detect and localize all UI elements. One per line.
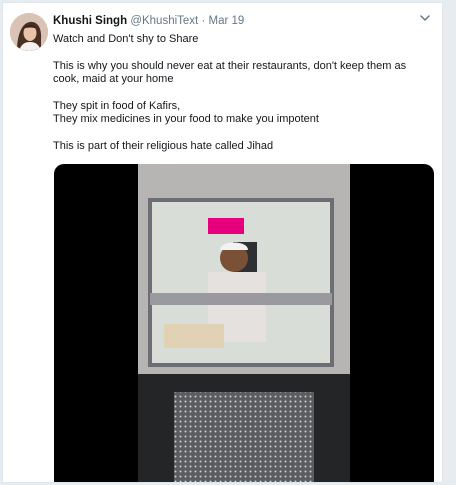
tweet-line-5: This is part of their religious hate cal… [53, 140, 274, 152]
tweet-text: Watch and Don't shy to Share This is why… [53, 33, 433, 167]
tweet-card[interactable]: Khushi Singh @KhushiText · Mar 19 Watch … [2, 2, 443, 483]
separator: · [201, 15, 206, 27]
avatar[interactable] [10, 13, 48, 51]
author-handle[interactable]: @KhushiText [130, 15, 198, 27]
tweet-line-2: This is why you should never eat at thei… [53, 60, 407, 85]
author-name[interactable]: Khushi Singh [53, 15, 127, 27]
video-thumbnail [138, 164, 350, 482]
chevron-down-icon[interactable] [418, 11, 432, 25]
tweet-line-1: Watch and Don't shy to Share [53, 33, 199, 45]
avatar-image [10, 13, 48, 51]
tweet-date[interactable]: Mar 19 [209, 15, 245, 27]
video-player[interactable] [54, 164, 434, 482]
tweet-line-3: They spit in food of Kafirs, [53, 100, 181, 112]
tweet-header: Khushi Singh @KhushiText · Mar 19 [53, 14, 244, 28]
tweet-line-4: They mix medicines in your food to make … [53, 113, 319, 125]
